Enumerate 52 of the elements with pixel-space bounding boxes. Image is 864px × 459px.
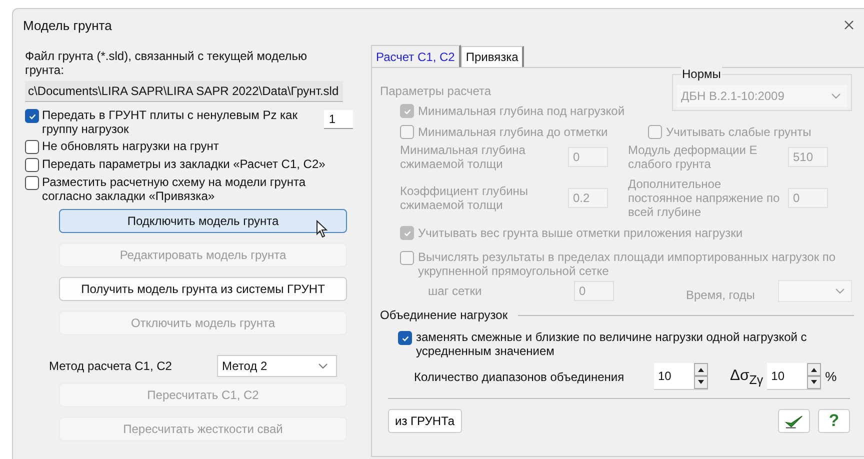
tab[interactable]: Привязка (460, 46, 524, 67)
checkbox-label: Вычислять результаты в пределах площади импортированных нагрузок по укрупненной прямоугольной сетке (418, 250, 837, 278)
import-button[interactable]: из ГРУНТа (388, 409, 462, 433)
checkbox-label: заменять смежные и близкие по величине нагрузки одной нагрузкой с усредненным значением (416, 330, 808, 358)
field-label: Дополнительное постоянное напряжение по всей глубине (628, 177, 781, 219)
check-icon (402, 228, 412, 238)
spin-field[interactable]: 10 (767, 363, 822, 390)
chevron-down-icon (318, 363, 328, 369)
checkbox[interactable] (25, 158, 39, 172)
check-icon (402, 106, 412, 116)
field-label: шаг сетки (428, 284, 483, 298)
field-label: Время, годы (686, 288, 756, 302)
checkbox-label: Передать в ГРУНТ плиты с ненулевым Pz как группу нагрузок (42, 108, 298, 136)
group-title: Нормы (681, 67, 722, 81)
spinner-arrows-icon[interactable] (807, 363, 822, 389)
field-label: Модуль деформации Е слабого грунта (628, 143, 758, 171)
close-icon[interactable] (844, 20, 854, 30)
field-label: Количество диапазонов объединения (414, 370, 626, 384)
checkbox-label: Минимальная глубина под нагрузкой (418, 104, 625, 118)
cursor-icon (316, 220, 328, 238)
checkbox-label: Передать параметры из закладки «Расчет С1, С2» (42, 157, 326, 171)
file-label: Файл грунта (*.sld), связанный с текущей моделью грунта: (25, 49, 308, 77)
checkbox[interactable] (25, 140, 39, 154)
chevron-down-icon (835, 288, 845, 294)
checkbox-label: Учитывать слабые грунты (666, 124, 812, 138)
method-dropdown[interactable]: Метод 2 (217, 355, 337, 377)
checkbox-label: Не обновлять нагрузки на грунт (42, 139, 220, 153)
section-title: Объединение нагрузок (380, 308, 508, 322)
unit-label: % (825, 369, 837, 384)
checkmark-icon (785, 414, 803, 428)
checkbox[interactable] (398, 331, 412, 345)
ok-button[interactable] (778, 409, 810, 433)
delta-sigma-label: Δσ$_{Zγ}$ (730, 366, 764, 386)
file-path-field[interactable]: c\Documents\LIRA SAPR\LIRA SAPR 2022\Data\Грунт.sld (25, 81, 343, 102)
spin-field[interactable]: 10 (654, 363, 708, 390)
check-icon (400, 334, 410, 342)
field-label: Коэффициент глубины сжимаемой толщи (400, 184, 530, 212)
checkbox[interactable] (25, 109, 39, 123)
checkbox-label: Минимальная глубина до отметки (418, 124, 608, 138)
method-label: Метод расчета С1, С2 (49, 359, 173, 373)
chevron-down-icon (831, 93, 841, 99)
checkbox-label: Учитывать вес грунта выше отметки приложения нагрузки (418, 226, 743, 240)
check-icon (28, 112, 36, 120)
tab[interactable]: Расчет С1, С2 (371, 45, 461, 67)
checkbox-label: Разместить расчетную схему на модели грунта согласно закладки «Привязка» (42, 175, 306, 203)
field-label: Минимальная глубина сжимаемой толщи (400, 143, 526, 171)
action-button[interactable]: Получить модель грунта из системы ГРУНТ (59, 277, 347, 301)
checkbox[interactable] (25, 176, 39, 190)
window-title: Модель грунта (23, 18, 112, 32)
help-button[interactable]: ? (818, 409, 850, 433)
number-field[interactable]: 1 (324, 110, 353, 129)
spinner-arrows-icon[interactable] (694, 363, 708, 389)
